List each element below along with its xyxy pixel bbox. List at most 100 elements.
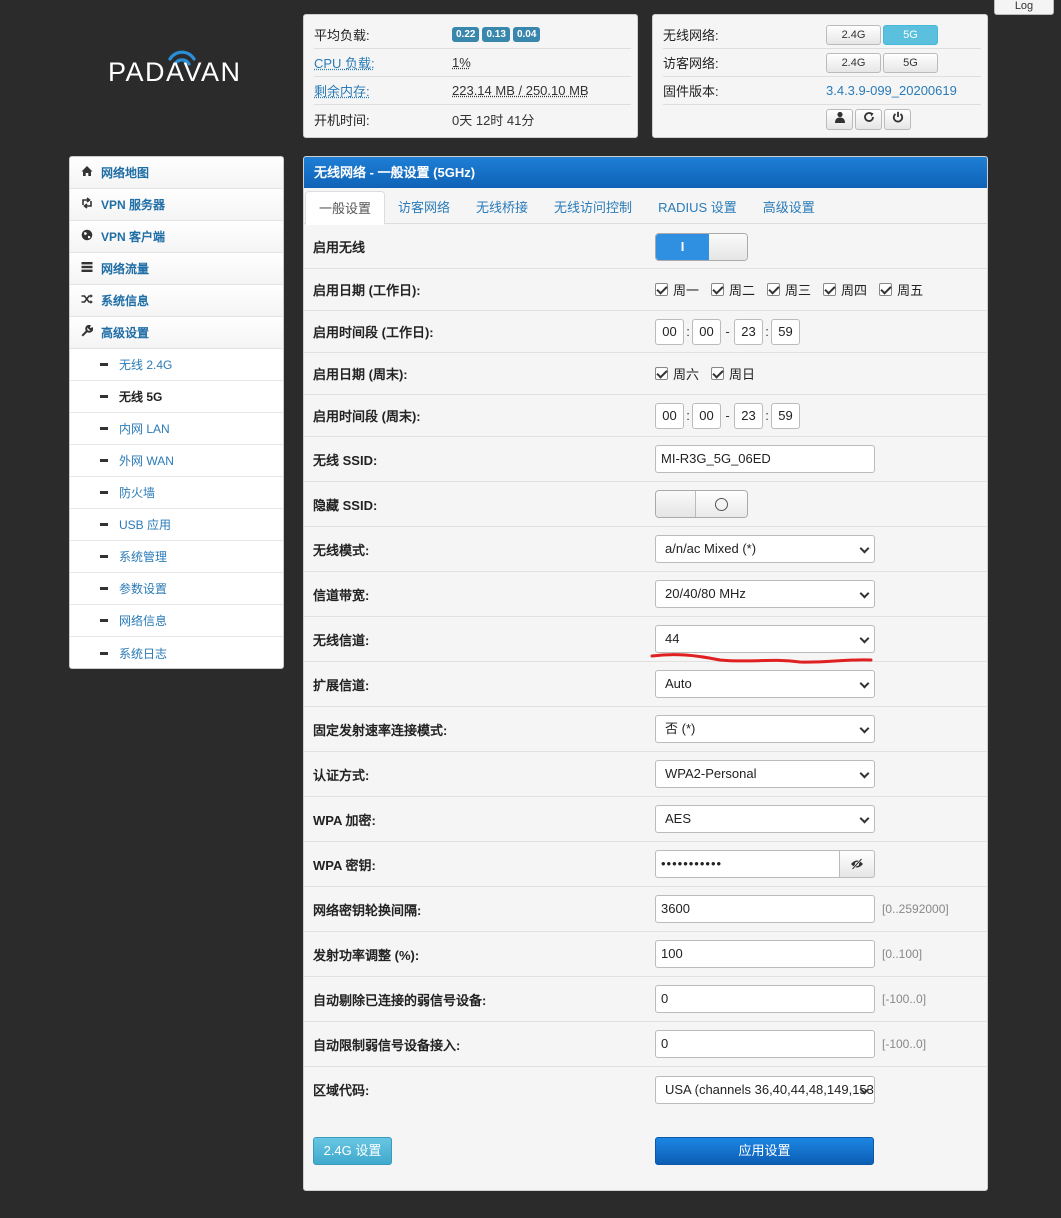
row-channel: 无线信道: 44 — [304, 617, 987, 664]
guest-24g-button[interactable]: 2.4G — [826, 52, 881, 73]
sidebar-subitem-syslog[interactable]: 系统日志 — [70, 637, 283, 668]
refresh-icon[interactable] — [855, 108, 882, 130]
wrench-icon — [80, 324, 94, 340]
chevron-down-icon — [859, 768, 870, 779]
checkbox-wed[interactable]: 周三 — [767, 280, 811, 299]
load-badge-2: 0.13 — [482, 27, 510, 42]
sidebar-subitem-firewall[interactable]: 防火墙 — [70, 477, 283, 509]
fixed-rate-select[interactable]: 否 (*) — [655, 715, 875, 743]
weekend-from-hour-input[interactable]: 00 — [655, 402, 684, 429]
row-workday-days: 启用日期 (工作日): 周一 周二 周三 周四 周五 — [304, 269, 987, 311]
ext-channel-select[interactable]: Auto — [655, 670, 875, 698]
sidebar-subitem-params[interactable]: 参数设置 — [70, 573, 283, 605]
row-region: 区域代码: USA (channels 36,40,44,48,149,153,… — [304, 1067, 987, 1112]
memory-row: 剩余内存: 223.14 MB / 250.10 MB — [314, 77, 631, 105]
sidebar-subitem-admin[interactable]: 系统管理 — [70, 541, 283, 573]
sidebar-subitem-wan[interactable]: 外网 WAN — [70, 445, 283, 477]
guest-5g-button[interactable]: 5G — [883, 52, 938, 73]
rekey-input[interactable]: 3600 — [655, 895, 875, 923]
weekend-to-hour-input[interactable]: 23 — [734, 402, 763, 429]
tab-access-control[interactable]: 无线访问控制 — [541, 191, 645, 224]
wireless-5g-button[interactable]: 5G — [883, 24, 938, 45]
tab-guest[interactable]: 访客网络 — [385, 191, 463, 224]
tab-advanced[interactable]: 高级设置 — [750, 191, 828, 224]
dash-icon — [100, 587, 108, 590]
row-kick-weak: 自动剔除已连接的弱信号设备: 0 [-100..0] — [304, 977, 987, 1022]
sidebar-nav: 网络地图 VPN 服务器 VPN 客户端 网络流量 系统信息 高级设置 无线 2… — [69, 156, 284, 669]
sidebar-subitem-netinfo[interactable]: 网络信息 — [70, 605, 283, 637]
row-wpa-key: WPA 密钥: ••••••••••• — [304, 842, 987, 887]
sidebar-subitem-wireless-5g[interactable]: 无线 5G — [70, 381, 283, 413]
channel-select[interactable]: 44 — [655, 625, 875, 653]
hide-ssid-toggle[interactable] — [655, 490, 748, 518]
row-txpower: 发射功率调整 (%): 100 [0..100] — [304, 932, 987, 977]
wireless-mode-select[interactable]: a/n/ac Mixed (*) — [655, 535, 875, 563]
checkbox-sun[interactable]: 周日 — [711, 364, 755, 383]
row-rekey: 网络密钥轮换间隔: 3600 [0..2592000] — [304, 887, 987, 932]
load-badge-3: 0.04 — [512, 27, 541, 42]
workday-days-label: 启用日期 (工作日): — [313, 283, 421, 298]
log-button[interactable]: Log — [994, 0, 1054, 15]
sidebar-subitem-usb[interactable]: USB 应用 — [70, 509, 283, 541]
limit-weak-input[interactable]: 0 — [655, 1030, 875, 1058]
cpu-label-link[interactable]: CPU 负载: — [314, 53, 452, 72]
fixed-rate-label: 固定发射速率连接模式: — [313, 722, 448, 738]
wireless-24g-button[interactable]: 2.4G — [826, 24, 881, 45]
cpu-row: CPU 负载: 1% — [314, 49, 631, 77]
weekend-from-minute-input[interactable]: 00 — [692, 402, 721, 429]
sidebar-item-label: VPN 服务器 — [101, 198, 166, 212]
row-ext-channel: 扩展信道: Auto — [304, 662, 987, 707]
checkbox-tue[interactable]: 周二 — [711, 280, 755, 299]
toggle-off-circle-icon — [715, 497, 728, 511]
chevron-down-icon — [859, 588, 870, 599]
sidebar-item-advanced[interactable]: 高级设置 — [70, 317, 283, 349]
sidebar-subitem-label: 防火墙 — [119, 486, 156, 500]
ssid-input[interactable]: MI-R3G_5G_06ED — [655, 445, 875, 473]
memory-label-link[interactable]: 剩余内存: — [314, 81, 452, 100]
sidebar-subitem-label: 内网 LAN — [119, 422, 170, 436]
workday-from-hour-input[interactable]: 00 — [655, 318, 684, 345]
checkbox-mon[interactable]: 周一 — [655, 280, 699, 299]
checkbox-thu[interactable]: 周四 — [823, 280, 867, 299]
tab-radius[interactable]: RADIUS 设置 — [645, 191, 750, 224]
kick-weak-input[interactable]: 0 — [655, 985, 875, 1013]
sidebar-item-vpn-client[interactable]: VPN 客户端 — [70, 221, 283, 253]
sidebar-item-traffic[interactable]: 网络流量 — [70, 253, 283, 285]
dash-icon — [100, 395, 108, 398]
sidebar-item-label: 高级设置 — [101, 326, 150, 340]
row-weekend-time: 启用时间段 (周末): 00 : 00 - 23 : 59 — [304, 395, 987, 437]
chevron-down-icon — [859, 633, 870, 644]
sidebar-subitem-label: 系统日志 — [119, 646, 168, 661]
txpower-input[interactable]: 100 — [655, 940, 875, 968]
random-icon — [80, 293, 94, 308]
sidebar-item-system-info[interactable]: 系统信息 — [70, 285, 283, 317]
sidebar-item-vpn-server[interactable]: VPN 服务器 — [70, 189, 283, 221]
workday-to-minute-input[interactable]: 59 — [771, 318, 800, 345]
tab-bridge[interactable]: 无线桥接 — [463, 191, 541, 224]
region-select[interactable]: USA (channels 36,40,44,48,149,153,157,16… — [655, 1075, 875, 1104]
checkbox-sat[interactable]: 周六 — [655, 364, 699, 383]
eye-slash-icon[interactable] — [840, 850, 875, 878]
sidebar-subitem-wireless-24g[interactable]: 无线 2.4G — [70, 349, 283, 381]
globe-icon — [80, 229, 94, 244]
workday-from-minute-input[interactable]: 00 — [692, 318, 721, 345]
guest-row: 访客网络: 2.4G 5G — [663, 49, 981, 77]
enable-wireless-toggle[interactable]: I — [655, 232, 748, 261]
sidebar-subitem-lan[interactable]: 内网 LAN — [70, 413, 283, 445]
auth-select[interactable]: WPA2-Personal — [655, 760, 875, 788]
power-icon[interactable] — [884, 108, 911, 130]
settings-24g-button[interactable]: 2.4G 设置 — [313, 1137, 392, 1165]
load-badge-1: 0.22 — [452, 27, 480, 42]
weekend-to-minute-input[interactable]: 59 — [771, 402, 800, 429]
wpa-key-input[interactable]: ••••••••••• — [655, 850, 840, 878]
checkbox-fri[interactable]: 周五 — [879, 280, 923, 299]
tab-general[interactable]: 一般设置 — [305, 191, 386, 225]
bandwidth-select[interactable]: 20/40/80 MHz — [655, 580, 875, 608]
workday-to-hour-input[interactable]: 23 — [734, 318, 763, 345]
apply-settings-button[interactable]: 应用设置 — [655, 1137, 874, 1165]
sidebar-item-network-map[interactable]: 网络地图 — [70, 157, 283, 189]
channel-label: 无线信道: — [313, 632, 370, 648]
firmware-version-link[interactable]: 3.4.3.9-099_20200619 — [826, 83, 957, 98]
user-icon[interactable] — [826, 108, 853, 130]
wpa-encryption-select[interactable]: AES — [655, 805, 875, 833]
